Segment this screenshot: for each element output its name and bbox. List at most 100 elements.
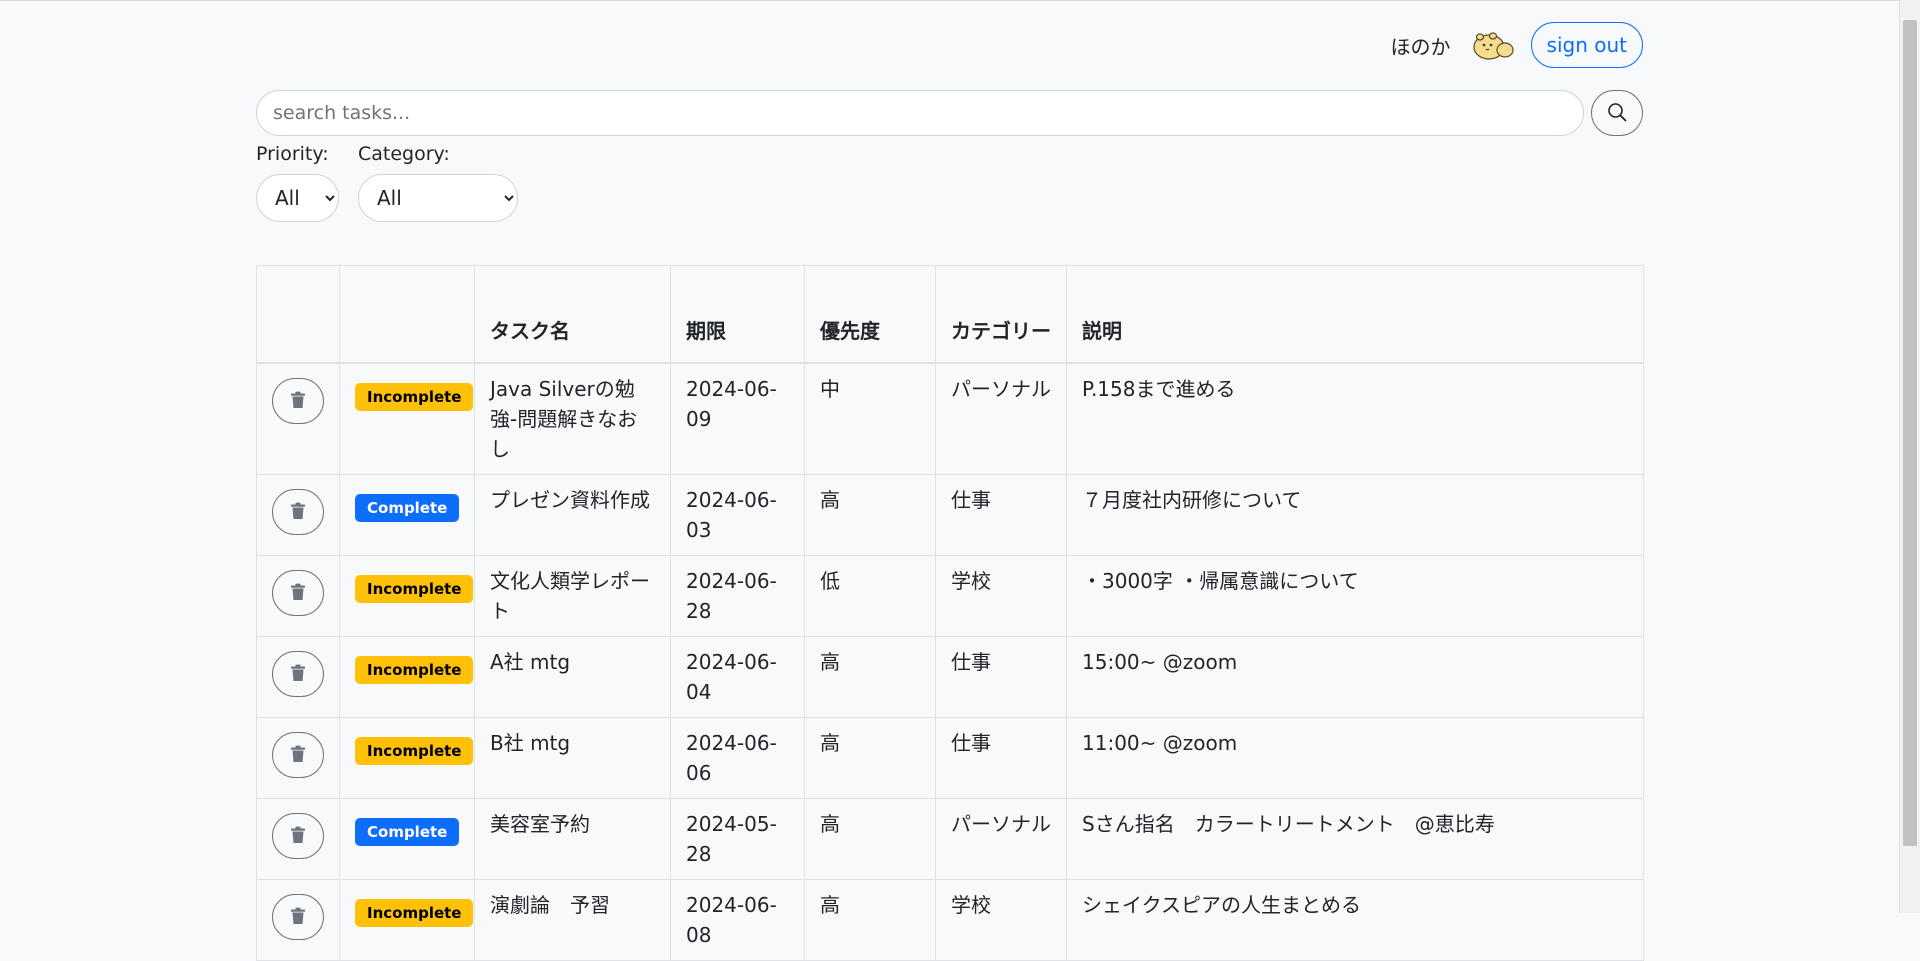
status-toggle-button[interactable]: Incomplete (355, 383, 474, 411)
category-cell: 仕事 (935, 636, 1067, 718)
priority-filter: Priority: All (256, 143, 339, 222)
task-table-container: タスク名 期限 優先度 カテゴリー 説明 Incomplete Java Silv… (256, 265, 1644, 961)
status-cell: Incomplete (339, 555, 475, 637)
status-toggle-button[interactable]: Incomplete (355, 737, 474, 765)
status-cell: Incomplete (339, 879, 475, 961)
delete-cell (256, 636, 340, 718)
trash-icon (290, 907, 306, 928)
deadline-cell: 2024-06-08 (670, 879, 805, 961)
sign-out-button[interactable]: sign out (1530, 22, 1643, 68)
delete-cell (256, 717, 340, 799)
search-input[interactable] (256, 90, 1584, 136)
column-header-delete (256, 265, 340, 364)
category-cell: パーソナル (935, 798, 1067, 880)
column-header-status (339, 265, 475, 364)
status-toggle-button[interactable]: Incomplete (355, 575, 474, 603)
trash-icon (290, 583, 306, 604)
column-header-task-name: タスク名 (474, 265, 671, 364)
category-cell: 仕事 (935, 474, 1067, 556)
table-row: Incomplete 演劇論 予習 2024-06-08 高学校 シェイクスピアの人生ま… (256, 879, 1644, 961)
task-name-cell: A社 mtg (474, 636, 671, 718)
category-filter: Category: All (358, 143, 518, 222)
task-name-cell: 美容室予約 (474, 798, 671, 880)
delete-task-button[interactable] (272, 378, 324, 424)
column-header-description: 説明 (1066, 265, 1644, 364)
priority-cell: 高 (804, 879, 936, 961)
category-label: Category: (358, 143, 450, 165)
deadline-cell: 2024-06-04 (670, 636, 805, 718)
category-cell: 仕事 (935, 717, 1067, 799)
status-cell: Complete (339, 798, 475, 880)
task-name-cell: プレゼン資料作成 (474, 474, 671, 556)
search-icon (1607, 102, 1627, 125)
category-select[interactable]: All (358, 174, 518, 222)
priority-select[interactable]: All (256, 174, 339, 222)
deadline-cell: 2024-06-28 (670, 555, 805, 637)
deadline-cell: 2024-06-03 (670, 474, 805, 556)
category-cell: 学校 (935, 555, 1067, 637)
top-border (0, 0, 1900, 1)
column-header-priority: 優先度 (804, 265, 936, 364)
description-cell: ７月度社内研修について (1066, 474, 1644, 556)
description-cell: Sさん指名 カラートリートメント @恵比寿 (1066, 798, 1644, 880)
task-table-body: Incomplete Java Silverの勉強-問題解きなおし 2024-06-… (256, 362, 1644, 961)
task-name-cell: Java Silverの勉強-問題解きなおし (474, 362, 671, 475)
trash-icon (290, 502, 306, 523)
table-row: Incomplete B社 mtg 2024-06-06 高仕事 11:00~ @zoo… (256, 717, 1644, 799)
trash-icon (290, 745, 306, 766)
table-row: Complete プレゼン資料作成 2024-06-03 高仕事 ７月度社内研修について (256, 474, 1644, 556)
table-row: Incomplete A社 mtg 2024-06-04 高仕事 15:00~ @zoo… (256, 636, 1644, 718)
hamster-avatar-icon (1471, 28, 1515, 62)
deadline-cell: 2024-06-06 (670, 717, 805, 799)
status-toggle-button[interactable]: Incomplete (355, 656, 474, 684)
description-cell: 11:00~ @zoom (1066, 717, 1644, 799)
delete-task-button[interactable] (272, 651, 324, 697)
delete-cell (256, 555, 340, 637)
column-header-category: カテゴリー (935, 265, 1067, 364)
priority-cell: 低 (804, 555, 936, 637)
delete-task-button[interactable] (272, 732, 324, 778)
category-cell: パーソナル (935, 362, 1067, 475)
description-cell: ・3000字 ・帰属意識について (1066, 555, 1644, 637)
trash-icon (290, 391, 306, 412)
task-table: タスク名 期限 優先度 カテゴリー 説明 Incomplete Java Silv… (256, 265, 1644, 961)
status-toggle-button[interactable]: Complete (355, 818, 460, 846)
priority-cell: 中 (804, 362, 936, 475)
table-row: Incomplete Java Silverの勉強-問題解きなおし 2024-06-… (256, 362, 1644, 475)
delete-task-button[interactable] (272, 489, 324, 535)
user-name: ほのか (1390, 34, 1451, 59)
delete-task-button[interactable] (272, 570, 324, 616)
deadline-cell: 2024-05-28 (670, 798, 805, 880)
delete-task-button[interactable] (272, 813, 324, 859)
description-cell: 15:00~ @zoom (1066, 636, 1644, 718)
table-row: Incomplete 文化人類学レポート 2024-06-28 低学校 ・3000字 ・… (256, 555, 1644, 637)
vertical-scrollbar[interactable] (1899, 0, 1920, 913)
status-toggle-button[interactable]: Incomplete (355, 899, 474, 927)
delete-cell (256, 362, 340, 475)
user-header: ほのか sign out (1391, 22, 1643, 68)
status-cell: Incomplete (339, 717, 475, 799)
priority-cell: 高 (804, 717, 936, 799)
trash-icon (290, 664, 306, 685)
status-cell: Incomplete (339, 362, 475, 475)
column-header-deadline: 期限 (670, 265, 805, 364)
deadline-cell: 2024-06-09 (670, 362, 805, 475)
table-row: Complete 美容室予約 2024-05-28 高パーソナル Sさん指名 カラートリ… (256, 798, 1644, 880)
delete-cell (256, 474, 340, 556)
task-name-cell: 文化人類学レポート (474, 555, 671, 637)
delete-task-button[interactable] (272, 894, 324, 940)
status-toggle-button[interactable]: Complete (355, 494, 460, 522)
status-cell: Incomplete (339, 636, 475, 718)
priority-cell: 高 (804, 474, 936, 556)
scrollbar-thumb[interactable] (1903, 20, 1917, 846)
search-button[interactable] (1591, 90, 1643, 136)
priority-cell: 高 (804, 636, 936, 718)
delete-cell (256, 798, 340, 880)
category-cell: 学校 (935, 879, 1067, 961)
description-cell: P.158まで進める (1066, 362, 1644, 475)
table-header-row: タスク名 期限 優先度 カテゴリー 説明 (256, 265, 1644, 364)
trash-icon (290, 826, 306, 847)
priority-label: Priority: (256, 143, 329, 165)
search-bar (256, 90, 1643, 138)
task-name-cell: 演劇論 予習 (474, 879, 671, 961)
